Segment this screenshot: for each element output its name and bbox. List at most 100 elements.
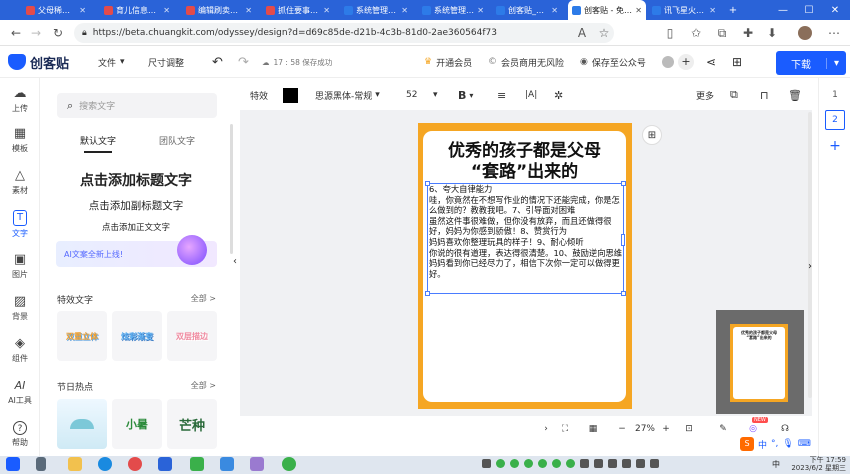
start-icon[interactable] xyxy=(6,457,20,471)
add-title-text[interactable]: 点击添加标题文字 xyxy=(40,170,232,190)
minimize-button[interactable]: — xyxy=(770,0,796,20)
align-icon[interactable]: ≡ xyxy=(497,82,506,108)
resize-handle[interactable] xyxy=(425,291,430,296)
browser-tab[interactable]: 创客贴_… ✕ xyxy=(492,1,562,19)
extensions-icon[interactable]: ✚ xyxy=(738,23,758,43)
browser-tab-active[interactable]: 创客贴 - 免… ✕ xyxy=(568,0,646,20)
split-screen-icon[interactable]: ▯ xyxy=(660,23,680,43)
close-icon[interactable]: ✕ xyxy=(635,6,642,15)
browser-tab[interactable]: 编辑刷卖… ✕ xyxy=(182,1,256,19)
browser-tab[interactable]: 讯飞星火… ✕ xyxy=(648,1,720,19)
favorites-icon[interactable]: ✩ xyxy=(686,23,706,43)
browser-tab[interactable]: 育儿信息… ✕ xyxy=(100,1,174,19)
fit-screen-icon[interactable]: ⛶ xyxy=(556,416,574,442)
close-icon[interactable]: ✕ xyxy=(245,6,252,15)
panel-scrollbar[interactable] xyxy=(230,124,233,254)
url-field[interactable]: 🔒︎ https://beta.chuangkit.com/odyssey/de… xyxy=(74,23,614,43)
holiday-more-link[interactable]: 全部 > xyxy=(191,380,216,391)
effects-button[interactable]: 特效 xyxy=(250,82,268,108)
close-icon[interactable]: ✕ xyxy=(79,6,86,15)
lock-icon[interactable]: ⊓ xyxy=(760,82,769,108)
new-tab-button[interactable]: + xyxy=(720,0,746,20)
maximize-button[interactable]: ☐ xyxy=(796,0,822,20)
add-collaborator-icon[interactable]: + xyxy=(678,54,694,70)
canvas-scrollbar[interactable] xyxy=(808,112,812,398)
rail-item-help[interactable]: ? 帮助 xyxy=(0,414,40,454)
reload-icon[interactable]: ↻ xyxy=(48,23,68,43)
poster-body-text[interactable]: 6、夸大自律能力 哇，你竟然在不想写作业的情况下还能完成，你是怎么做到的？教教我… xyxy=(429,184,623,279)
rail-item-ai-tools[interactable]: AI AI工具 xyxy=(0,372,40,412)
file-explorer-icon[interactable] xyxy=(68,457,82,471)
commercial-button[interactable]: © 会员商用无风险 xyxy=(488,46,564,78)
ai-copy-banner[interactable]: AI文案全新上线! xyxy=(56,235,217,267)
favorite-star-icon[interactable]: ☆ xyxy=(594,23,614,43)
download-caret-icon[interactable]: ▾ xyxy=(826,57,846,69)
page-2-button[interactable]: 2 xyxy=(825,110,845,130)
wechat-chat-icon[interactable] xyxy=(282,457,296,471)
close-icon[interactable]: ✕ xyxy=(401,6,408,15)
add-subtitle-text[interactable]: 点击添加副标题文字 xyxy=(40,198,232,213)
holiday-sample[interactable] xyxy=(57,399,107,449)
effect-sample[interactable]: 双层描边 xyxy=(167,311,217,361)
letter-spacing-icon[interactable]: |A| xyxy=(525,82,537,108)
grid-icon[interactable]: ▦ xyxy=(584,416,602,442)
fullscreen-icon[interactable]: ⊡ xyxy=(680,416,698,442)
collapse-right-chevron-icon[interactable]: › xyxy=(808,261,812,272)
rail-item-images[interactable]: ▣ 图片 xyxy=(0,246,40,286)
page-1-button[interactable]: 1 xyxy=(825,85,845,105)
poster-title[interactable]: 优秀的孩子都是父母 “套路”出来的 xyxy=(423,141,626,183)
edge-active-icon[interactable] xyxy=(158,457,172,471)
browser-tab[interactable]: 系统管理… ✕ xyxy=(418,1,488,19)
ime-toolbar[interactable]: S 中 °, 🎙︎ ⌨ xyxy=(740,436,830,452)
reader-mode-icon[interactable]: A xyxy=(572,23,592,43)
resize-handle[interactable] xyxy=(621,291,626,296)
search-input[interactable]: ⌕ 搜索文字 xyxy=(57,93,217,118)
share-icon[interactable]: ⋖ xyxy=(706,46,716,78)
vip-button[interactable]: ♛ 开通会员 xyxy=(424,46,472,78)
app-logo[interactable]: 创客贴 xyxy=(8,46,69,78)
rail-item-text[interactable]: T 文字 xyxy=(0,204,40,244)
zoom-out-button[interactable]: − xyxy=(614,416,630,442)
undo-icon[interactable]: ↶ xyxy=(212,46,223,78)
browser-tab[interactable]: 抓住要事… ✕ xyxy=(262,1,334,19)
redo-icon[interactable]: ↷ xyxy=(238,46,249,78)
more-button[interactable]: 更多 xyxy=(696,82,714,108)
layers-icon[interactable]: ⧉ xyxy=(730,82,738,108)
menu-dots-icon[interactable]: ⋯ xyxy=(824,23,844,43)
delete-icon[interactable]: 🗑︎ xyxy=(788,82,802,108)
edge-icon[interactable] xyxy=(98,457,112,471)
effect-sample[interactable]: 炫彩渐变 xyxy=(112,311,162,361)
rail-item-upload[interactable]: ☁ 上传 xyxy=(0,80,40,120)
taskbar-ime[interactable]: 中 xyxy=(772,459,780,470)
tab-team-text[interactable]: 团队文字 xyxy=(159,134,195,147)
comment-icon[interactable]: ⊞ xyxy=(732,46,742,78)
expand-chevron-icon[interactable]: › xyxy=(538,416,554,442)
font-select[interactable]: 思源黑体-常规 ▾ xyxy=(315,82,380,108)
collaborator-avatar[interactable]: + xyxy=(662,46,694,78)
close-icon[interactable]: ✕ xyxy=(551,6,558,15)
close-window-button[interactable]: ✕ xyxy=(822,0,848,20)
tab-default-text[interactable]: 默认文字 xyxy=(80,134,116,153)
task-view-icon[interactable] xyxy=(36,457,46,471)
rail-item-background[interactable]: ▨ 背景 xyxy=(0,288,40,328)
holiday-sample[interactable]: 芒种 xyxy=(167,399,217,449)
close-icon[interactable]: ✕ xyxy=(477,6,484,15)
color-swatch[interactable] xyxy=(283,82,298,108)
file-menu[interactable]: 文件 ▾ xyxy=(98,46,125,78)
close-icon[interactable]: ✕ xyxy=(323,6,330,15)
browser-tab[interactable]: 父母稀… ✕ xyxy=(22,1,90,19)
browser-tab[interactable]: 系统管理… ✕ xyxy=(340,1,412,19)
back-icon[interactable]: ← xyxy=(6,23,26,43)
wechat-app-icon[interactable] xyxy=(190,457,204,471)
bold-button[interactable]: B ▾ xyxy=(458,82,473,108)
close-icon[interactable]: ✕ xyxy=(709,6,716,15)
add-body-text[interactable]: 点击添加正文文字 xyxy=(40,221,232,233)
zoom-in-button[interactable]: + xyxy=(658,416,674,442)
clock[interactable]: 下午 17:59 2023/6/2 星期三 xyxy=(791,456,846,474)
collections-icon[interactable]: ⧉ xyxy=(712,23,732,43)
rail-item-materials[interactable]: △ 素材 xyxy=(0,162,40,202)
resize-button[interactable]: 尺寸调整 xyxy=(148,46,184,78)
edit-icon[interactable]: ✎ xyxy=(714,416,732,442)
close-icon[interactable]: ✕ xyxy=(163,6,170,15)
holiday-sample[interactable]: 小暑 xyxy=(112,399,162,449)
